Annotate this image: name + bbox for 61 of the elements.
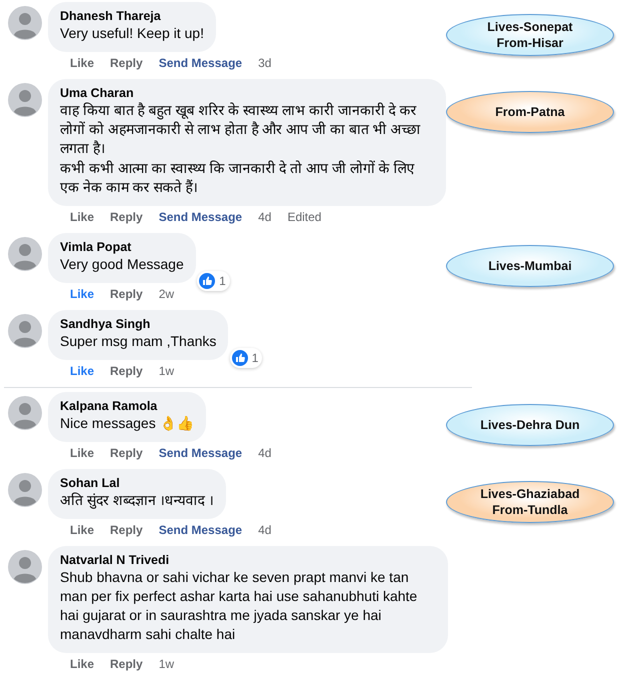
reply-link[interactable]: Reply	[110, 56, 143, 70]
avatar-icon[interactable]	[8, 314, 42, 348]
timestamp: 4d	[258, 446, 272, 460]
thumbs-up-icon	[232, 350, 248, 366]
callout-text: Lives-Mumbai	[488, 258, 572, 274]
edited-label: Edited	[287, 210, 322, 224]
send-message-link[interactable]: Send Message	[158, 210, 242, 224]
author-link[interactable]: Dhanesh Thareja	[60, 9, 204, 23]
like-link[interactable]: Like	[70, 56, 94, 70]
thumbs-up-icon	[199, 273, 216, 289]
callout-text: Lives-Ghaziabad	[480, 486, 580, 502]
timestamp: 1w	[158, 657, 174, 671]
callout-text: From-Tundla	[492, 502, 568, 518]
avatar-icon[interactable]	[8, 6, 42, 40]
comment-text: Super msg mam ,Thanks	[60, 332, 216, 351]
comment-text: Very good Message	[60, 255, 184, 274]
avatar-icon[interactable]	[8, 83, 42, 117]
reply-link[interactable]: Reply	[110, 446, 143, 460]
author-link[interactable]: Kalpana Ramola	[60, 399, 194, 413]
reply-link[interactable]: Reply	[110, 523, 143, 537]
avatar-icon[interactable]	[8, 473, 42, 507]
callout-text: From-Hisar	[496, 35, 564, 51]
comment-text: Nice messages 👌👍	[60, 414, 194, 433]
timestamp: 2w	[158, 287, 174, 301]
author-link[interactable]: Vimla Popat	[60, 240, 184, 254]
like-link[interactable]: Like	[70, 364, 94, 378]
avatar-icon[interactable]	[8, 550, 42, 584]
callout-text: Lives-Dehra Dun	[480, 417, 580, 433]
like-link[interactable]: Like	[70, 446, 94, 460]
timestamp: 1w	[158, 364, 174, 378]
like-link[interactable]: Like	[70, 287, 94, 301]
comment-text: Shub bhavna or sahi vichar ke seven prapt manvi ke tan man per fix perfect ashar karta hai use sahanubhuti kahte hai gujarat or in saurashtra me jyada sanskar ye hai manavdharm sahi chalte hai	[60, 568, 418, 644]
author-link[interactable]: Uma Charan	[60, 86, 434, 100]
reaction-badge[interactable]: 1	[197, 271, 230, 291]
send-message-link[interactable]: Send Message	[158, 523, 242, 537]
reaction-badge[interactable]: 1	[230, 348, 262, 368]
send-message-link[interactable]: Send Message	[158, 446, 242, 460]
reply-link[interactable]: Reply	[110, 210, 143, 224]
timestamp: 3d	[258, 56, 272, 70]
like-link[interactable]: Like	[70, 523, 94, 537]
like-link[interactable]: Like	[70, 657, 94, 671]
send-message-link[interactable]: Send Message	[158, 56, 242, 70]
callout-text: Lives-Sonepat	[487, 19, 573, 35]
reply-link[interactable]: Reply	[110, 657, 143, 671]
avatar-icon[interactable]	[8, 237, 42, 271]
timestamp: 4d	[258, 523, 272, 537]
author-link[interactable]: Natvarlal N Trivedi	[60, 553, 436, 567]
comment-text: कभी कभी आत्मा का स्वास्थ्य कि जानकारी दे तो आप जी लोगों के लिए एक नेक काम कर सकते हैं।	[60, 159, 416, 197]
author-link[interactable]: Sandhya Singh	[60, 317, 216, 331]
author-link[interactable]: Sohan Lal	[60, 476, 214, 490]
avatar-icon[interactable]	[8, 396, 42, 430]
timestamp: 4d	[258, 210, 272, 224]
reaction-count: 1	[219, 274, 226, 288]
comment-text: अति सुंदर शब्दज्ञान ।धन्यवाद ।	[60, 491, 214, 510]
comment-text: वाह किया बात है बहुत खूब शरिर के स्वास्थ्य लाभ कारी जानकारी दे कर लोगों को अहमजानकारी से लाभ होता है और आप जी का बात भी अच्छा लगता है।	[60, 101, 422, 158]
callout-text: From-Patna	[495, 104, 565, 120]
comment-text: Very useful! Keep it up!	[60, 24, 204, 43]
reaction-count: 1	[252, 351, 258, 365]
reply-link[interactable]: Reply	[110, 364, 143, 378]
like-link[interactable]: Like	[70, 210, 94, 224]
reply-link[interactable]: Reply	[110, 287, 143, 301]
